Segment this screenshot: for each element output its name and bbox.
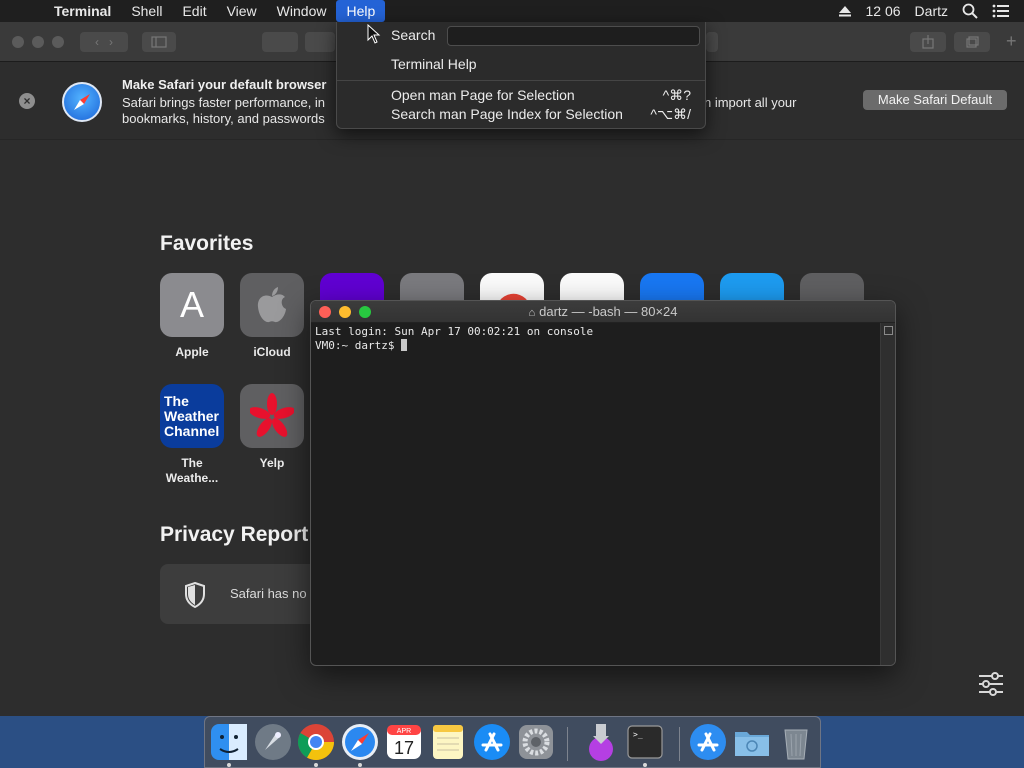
menu-app-terminal[interactable]: Terminal <box>52 0 121 22</box>
shortcut-search-man-index: ^⌥⌘/ <box>650 106 691 122</box>
favorite-icloud[interactable]: iCloud <box>240 273 304 360</box>
app-store-icon[interactable] <box>472 722 512 762</box>
banner-close-icon[interactable]: × <box>19 93 35 109</box>
menu-item-terminal-help[interactable]: Terminal Help <box>391 56 477 72</box>
banner-description-tail: n import all your <box>704 95 797 110</box>
safari-icon[interactable] <box>340 722 380 762</box>
terminal-window[interactable]: ⌂ dartz — -bash — 80×24 Last login: Sun A… <box>310 300 896 666</box>
yelp-icon <box>240 384 304 448</box>
tab-overview-icon <box>966 36 979 48</box>
favorite-label: Yelp <box>259 456 285 470</box>
terminal-prompt-line: VM0:~ dartz$ <box>315 339 879 353</box>
running-indicator <box>314 763 318 767</box>
menu-separator <box>337 80 705 81</box>
menu-user[interactable]: Dartz <box>915 3 948 19</box>
share-icon <box>922 35 934 49</box>
downloads-folder-icon[interactable] <box>732 722 772 762</box>
terminal-title: ⌂ dartz — -bash — 80×24 <box>528 304 678 319</box>
scrollbar-split-icon[interactable] <box>884 326 893 335</box>
sidebar-toggle-button[interactable] <box>142 32 176 52</box>
notes-icon[interactable] <box>428 722 468 762</box>
terminal-scrollbar[interactable] <box>880 323 895 665</box>
make-safari-default-button[interactable]: Make Safari Default <box>863 90 1007 110</box>
favorite-label: iCloud <box>253 345 291 359</box>
apple-logo-icon <box>240 273 304 337</box>
running-indicator <box>227 763 231 767</box>
eject-icon[interactable] <box>838 5 852 17</box>
address-bar[interactable] <box>305 32 335 52</box>
shortcut-open-man-page: ^⌘? <box>662 87 691 103</box>
system-preferences-icon[interactable] <box>516 722 556 762</box>
svg-text:APR: APR <box>397 728 411 735</box>
privacy-shield-button[interactable] <box>262 32 298 52</box>
privacy-report-text: Safari has no <box>230 586 307 601</box>
running-indicator <box>358 763 362 767</box>
safari-close-button[interactable] <box>12 36 24 48</box>
sidebar-icon <box>151 36 167 48</box>
menu-bar-extras: 12 06 Dartz <box>838 0 1024 22</box>
dock: APR 17 >_ <box>204 716 821 768</box>
new-tab-plus-icon[interactable]: + <box>1006 31 1017 52</box>
finder-icon[interactable] <box>209 722 249 762</box>
menu-help[interactable]: Help <box>336 0 386 22</box>
menu-edit[interactable]: Edit <box>172 0 216 22</box>
safari-compass-icon <box>62 82 102 122</box>
weather-channel-icon: The Weather Channel <box>160 384 224 448</box>
terminal-line: Last login: Sun Apr 17 00:02:21 on conso… <box>315 325 594 338</box>
terminal-icon[interactable]: >_ <box>625 722 665 762</box>
mouse-pointer-icon <box>367 24 381 44</box>
launchpad-icon[interactable] <box>253 722 293 762</box>
menu-clock[interactable]: 12 06 <box>866 3 901 19</box>
terminal-output[interactable]: Last login: Sun Apr 17 00:02:21 on conso… <box>315 323 879 665</box>
home-folder-icon: ⌂ <box>528 307 536 319</box>
favorite-label: The Weathe... <box>165 456 219 485</box>
banner-description: Safari brings faster performance, in boo… <box>122 95 326 126</box>
help-search-input[interactable] <box>447 26 700 46</box>
reader-button[interactable] <box>706 32 718 52</box>
favorite-weather-channel[interactable]: The Weather Channel The Weathe... <box>160 384 224 486</box>
running-indicator <box>643 763 647 767</box>
help-menu-dropdown: Search Terminal Help Open man Page for S… <box>336 22 706 129</box>
shield-icon <box>185 582 205 608</box>
menu-bar: Terminal Shell Edit View Window Help 12 … <box>0 0 1024 22</box>
menu-view[interactable]: View <box>217 0 267 22</box>
share-button[interactable] <box>910 32 946 52</box>
svg-text:17: 17 <box>394 738 414 758</box>
app-store-download-icon[interactable] <box>688 722 728 762</box>
menu-window[interactable]: Window <box>267 0 337 22</box>
safari-zoom-button[interactable] <box>52 36 64 48</box>
text-cursor <box>401 339 408 351</box>
favorite-label: Apple <box>175 345 209 359</box>
favorite-apple[interactable]: A Apple <box>160 273 224 360</box>
tab-overview-button[interactable] <box>954 32 990 52</box>
chrome-icon[interactable] <box>296 722 336 762</box>
privacy-report-card[interactable]: Safari has no <box>160 564 320 624</box>
spotlight-search-icon[interactable] <box>962 3 978 19</box>
svg-text:>_: >_ <box>633 730 643 739</box>
back-forward-chevron-icon: ‹ › <box>95 35 113 49</box>
apple-letter-icon: A <box>160 273 224 337</box>
dock-separator <box>679 727 680 761</box>
help-search-label: Search <box>391 27 436 43</box>
calendar-icon[interactable]: APR 17 <box>384 722 424 762</box>
privacy-report-title: Privacy Report <box>160 523 309 546</box>
favorite-yelp[interactable]: Yelp <box>240 384 304 471</box>
favorites-title: Favorites <box>160 232 254 255</box>
menu-item-search-man-index[interactable]: Search man Page Index for Selection <box>391 106 623 122</box>
dock-separator <box>567 727 568 761</box>
installer-icon[interactable] <box>581 722 621 762</box>
trash-icon[interactable] <box>776 722 816 762</box>
customize-start-page-icon[interactable] <box>978 672 1004 696</box>
menu-shell[interactable]: Shell <box>121 0 172 22</box>
banner-title: Make Safari your default browser <box>122 77 327 92</box>
notification-center-icon[interactable] <box>992 4 1010 18</box>
back-forward-buttons[interactable]: ‹ › <box>80 32 128 52</box>
safari-minimize-button[interactable] <box>32 36 44 48</box>
menu-item-open-man-page[interactable]: Open man Page for Selection <box>391 87 575 103</box>
